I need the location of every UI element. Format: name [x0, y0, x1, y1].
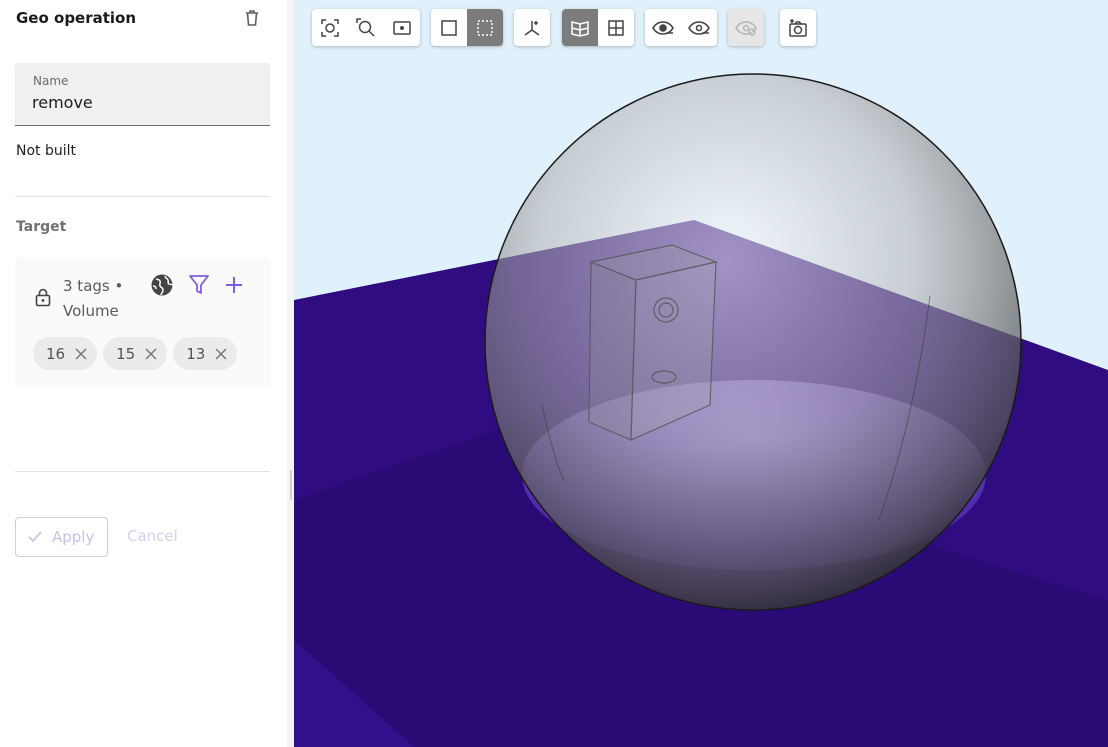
apply-button-label: Apply: [52, 528, 95, 546]
close-icon[interactable]: [75, 347, 87, 360]
selection-tools: [431, 9, 503, 46]
zoom-box-icon: [356, 17, 375, 37]
name-input[interactable]: [32, 93, 257, 112]
zoom-box-button[interactable]: [348, 9, 384, 46]
hide-button[interactable]: [681, 9, 717, 46]
sphere-volume: [484, 73, 1022, 611]
close-icon[interactable]: [145, 347, 157, 360]
view-tools: [562, 9, 634, 46]
select-box-button[interactable]: [467, 9, 503, 46]
apply-button[interactable]: Apply: [15, 517, 108, 557]
select-single-button[interactable]: [431, 9, 467, 46]
target-label: Target: [16, 219, 67, 235]
select-single-icon: [441, 19, 457, 36]
splitter-grip[interactable]: [290, 470, 292, 500]
tag-chip: 13: [173, 337, 238, 370]
build-status: Not built: [16, 143, 77, 159]
divider: [15, 471, 270, 472]
tag-chip: 16: [33, 337, 98, 370]
globe-icon[interactable]: [150, 273, 174, 297]
plus-icon[interactable]: [223, 274, 245, 296]
screenshot-tools: [780, 9, 816, 46]
axes-tools: [514, 9, 550, 46]
show-all-icon: [735, 20, 757, 36]
view-section-icon: [571, 20, 589, 37]
name-label: Name: [33, 74, 69, 88]
inner-box: [588, 244, 719, 441]
tag-chip: 15: [103, 337, 168, 370]
hide-icon: [688, 20, 710, 35]
select-box-icon: [477, 19, 493, 36]
tag-chips: 16 15 13: [33, 337, 238, 370]
axes-button[interactable]: [514, 9, 550, 46]
tag-chip-label: 13: [186, 344, 206, 363]
target-selector: 3 tags • Volume 16 15 13: [15, 257, 271, 387]
geo-operation-panel: Geo operation Name Not built Target 3 ta…: [0, 0, 287, 747]
panel-splitter[interactable]: [287, 0, 294, 747]
3d-viewport[interactable]: [294, 0, 1108, 747]
axes-icon: [524, 20, 540, 36]
cancel-button[interactable]: Cancel: [127, 527, 178, 545]
view-grid-button[interactable]: [598, 9, 634, 46]
lock-icon[interactable]: [34, 287, 52, 307]
tag-chip-label: 15: [116, 344, 136, 363]
close-icon[interactable]: [215, 347, 227, 360]
view-grid-icon: [608, 19, 624, 36]
show-all-button[interactable]: [728, 9, 764, 46]
screenshot-button[interactable]: [780, 9, 816, 46]
show-button[interactable]: [645, 9, 681, 46]
zoom-fit-button[interactable]: [312, 9, 348, 46]
3d-scene[interactable]: [294, 0, 1108, 747]
zoom-tools: [312, 9, 420, 46]
view-section-button[interactable]: [562, 9, 598, 46]
tag-chip-label: 16: [46, 344, 66, 363]
tags-count: 3 tags • Volume: [63, 277, 124, 320]
filter-icon[interactable]: [188, 273, 210, 297]
zoom-select-icon: [393, 20, 411, 35]
name-field[interactable]: Name: [15, 63, 270, 126]
zoom-select-button[interactable]: [384, 9, 420, 46]
divider: [15, 196, 270, 197]
zoom-fit-icon: [321, 18, 339, 37]
visibility-tools: [645, 9, 717, 46]
check-icon: [28, 531, 42, 543]
screenshot-icon: [789, 18, 807, 37]
show-icon: [652, 20, 674, 35]
show-all-tools: [728, 9, 764, 46]
trash-icon[interactable]: [242, 8, 262, 28]
panel-title: Geo operation: [16, 9, 137, 27]
